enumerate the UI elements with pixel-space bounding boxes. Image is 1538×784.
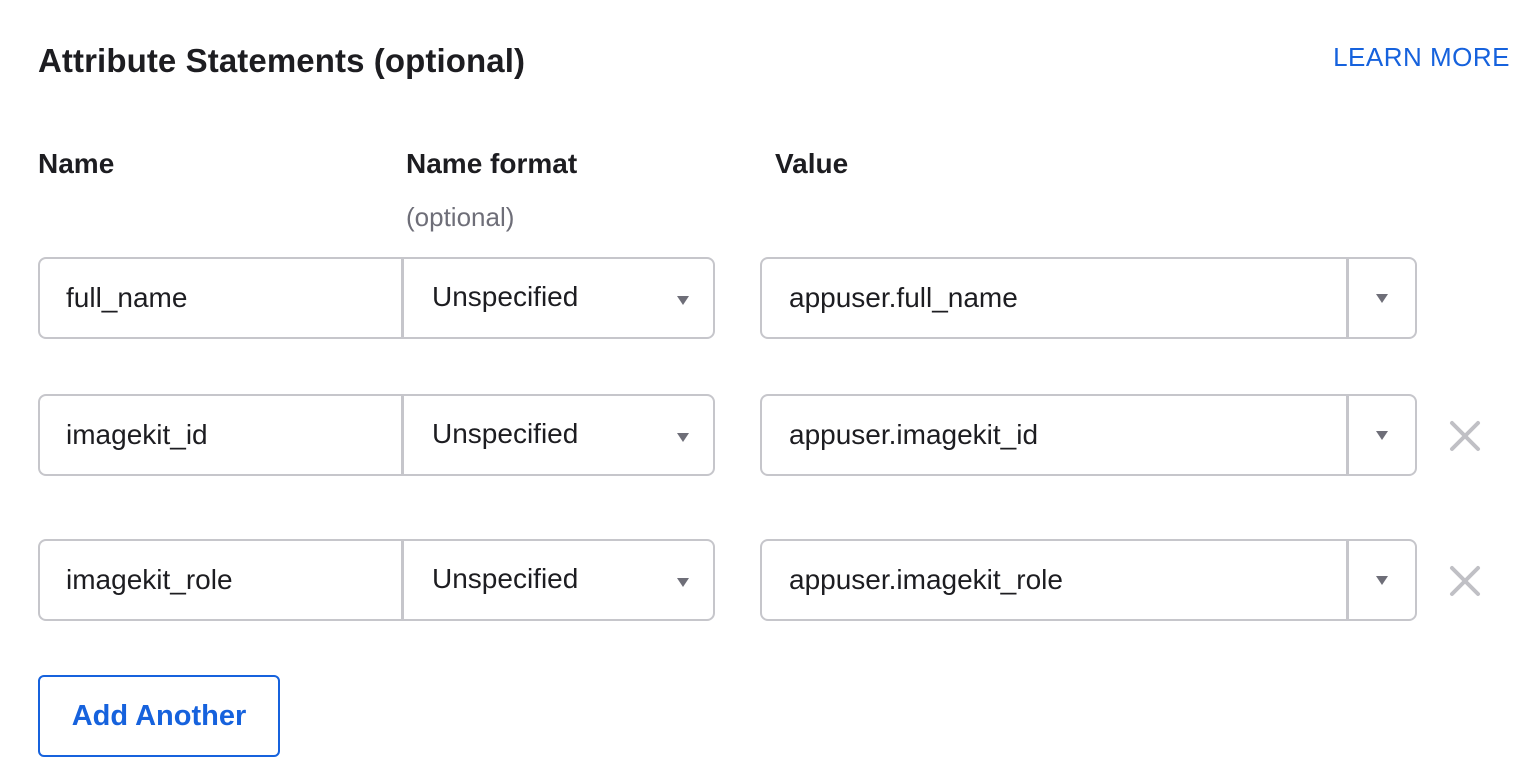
value-dropdown-toggle[interactable] [1346, 396, 1415, 474]
name-format-select[interactable]: Unspecified [401, 539, 715, 621]
attribute-value-combobox [760, 539, 1417, 621]
value-dropdown-toggle[interactable] [1346, 541, 1415, 619]
column-header-name-format-hint: (optional) [406, 202, 515, 232]
chevron-down-icon [677, 433, 689, 442]
close-icon [1450, 421, 1480, 451]
name-format-selected-value: Unspecified [432, 281, 579, 312]
attribute-row: Unspecified [38, 539, 1498, 621]
attribute-row: Unspecified [38, 394, 1498, 476]
close-icon [1450, 566, 1480, 596]
chevron-down-icon [1376, 431, 1388, 440]
attribute-value-input[interactable] [762, 259, 1350, 337]
chevron-down-icon [677, 296, 689, 305]
chevron-down-icon [677, 578, 689, 587]
attribute-name-input[interactable] [38, 539, 402, 621]
remove-row-button[interactable] [1448, 419, 1482, 453]
attribute-row: Unspecified [38, 257, 1498, 339]
name-format-select[interactable]: Unspecified [401, 394, 715, 476]
attribute-value-input[interactable] [762, 396, 1350, 474]
name-format-selected-value: Unspecified [432, 563, 579, 594]
value-dropdown-toggle[interactable] [1346, 259, 1415, 337]
chevron-down-icon [1376, 294, 1388, 303]
attribute-name-input[interactable] [38, 257, 402, 339]
column-header-name: Name [38, 148, 115, 179]
learn-more-link[interactable]: LEARN MORE [1333, 42, 1510, 73]
attribute-name-input[interactable] [38, 394, 402, 476]
attribute-value-combobox [760, 394, 1417, 476]
column-header-name-format: Name format [406, 148, 578, 179]
add-another-button[interactable]: Add Another [38, 675, 280, 757]
name-format-selected-value: Unspecified [432, 418, 579, 449]
name-format-select[interactable]: Unspecified [401, 257, 715, 339]
section-title: Attribute Statements (optional) [38, 42, 526, 79]
remove-row-button[interactable] [1448, 564, 1482, 598]
attribute-value-input[interactable] [762, 541, 1350, 619]
chevron-down-icon [1376, 576, 1388, 585]
column-header-value: Value [775, 148, 849, 179]
attribute-value-combobox [760, 257, 1417, 339]
